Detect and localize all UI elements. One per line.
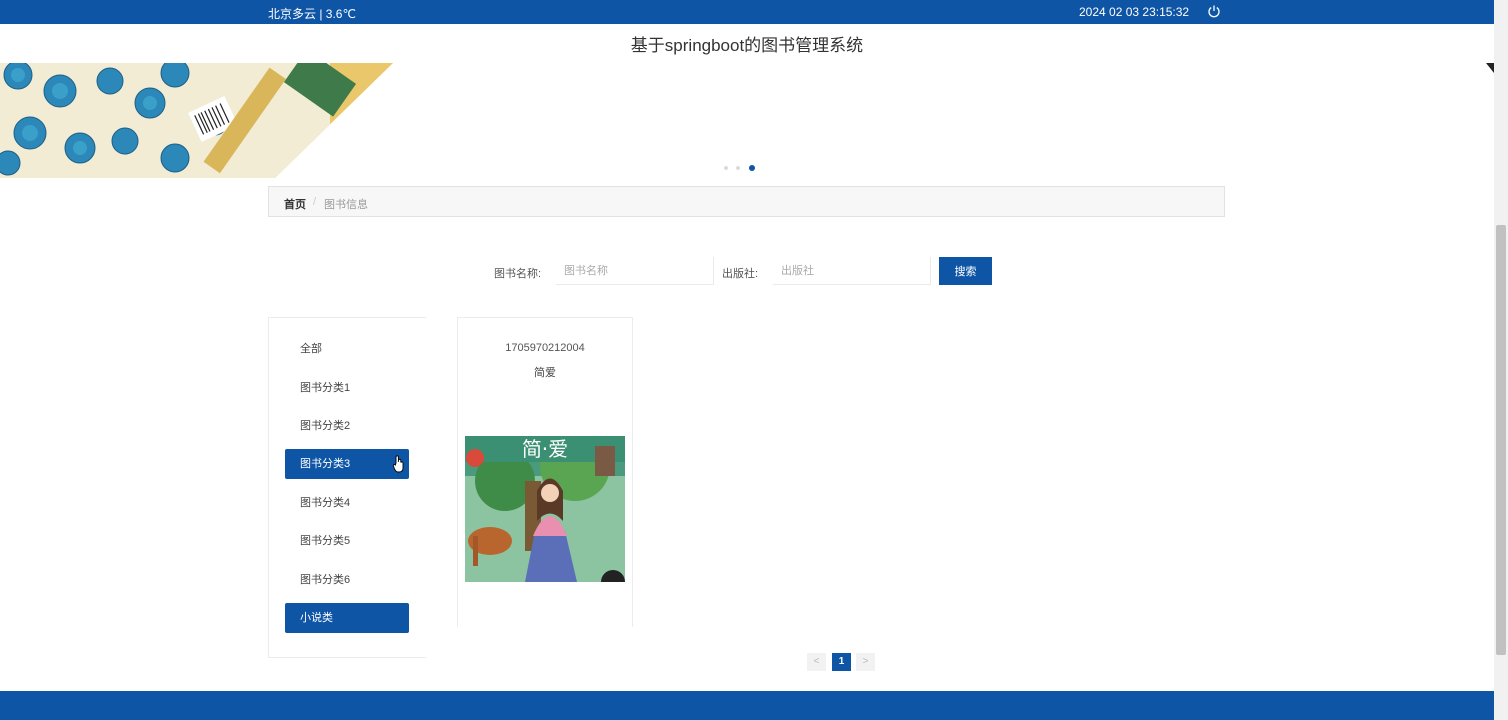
cover-title-text: 简·爱	[522, 437, 568, 461]
book-cover-image[interactable]: 简·爱	[465, 436, 625, 582]
page-scrollbar[interactable]	[1494, 0, 1508, 720]
category-item-4[interactable]: 图书分类4	[285, 488, 409, 518]
pagination-prev-button[interactable]: <	[807, 653, 826, 671]
pagination-next-button[interactable]: >	[856, 653, 875, 671]
hand-cursor-icon	[393, 455, 404, 473]
category-item-novel[interactable]: 小说类	[285, 603, 409, 633]
carousel-banner-image[interactable]	[0, 63, 393, 178]
breadcrumb: 首页 / 图书信息	[268, 186, 1225, 217]
current-datetime: 2024 02 03 23:15:32	[1079, 5, 1190, 19]
category-item-2[interactable]: 图书分类2	[285, 411, 409, 441]
pagination-page-1[interactable]: 1	[832, 653, 851, 671]
breadcrumb-separator: /	[313, 196, 317, 208]
corner-marker-icon	[1486, 63, 1494, 73]
book-id: 1705970212004	[505, 342, 585, 354]
weather-info: 北京多云 | 3.6℃	[268, 7, 356, 21]
book-name-label: 图书名称:	[494, 268, 542, 280]
carousel-dot-active[interactable]	[749, 165, 755, 171]
carousel-dot[interactable]	[736, 166, 740, 170]
footer	[0, 691, 1494, 720]
power-icon[interactable]	[1207, 4, 1221, 18]
category-item-all[interactable]: 全部	[285, 334, 409, 364]
book-name-input[interactable]	[556, 257, 714, 285]
breadcrumb-current: 图书信息	[324, 199, 368, 211]
category-sidebar: 全部 图书分类1 图书分类2 图书分类3 图书分类4 图书分类5 图书分类6 小…	[268, 317, 426, 658]
category-item-3[interactable]: 图书分类3	[285, 449, 409, 479]
book-name[interactable]: 简爱	[458, 364, 632, 380]
category-item-5[interactable]: 图书分类5	[285, 526, 409, 556]
site-title: 基于springboot的图书管理系统	[630, 36, 864, 55]
breadcrumb-home-link[interactable]: 首页	[284, 196, 306, 212]
publisher-label: 出版社:	[722, 268, 759, 280]
search-button[interactable]: 搜索	[939, 257, 992, 285]
book-card[interactable]: 1705970212004 简爱 简·爱	[457, 317, 633, 627]
publisher-input[interactable]	[773, 257, 931, 285]
top-bar: 北京多云 | 3.6℃ 2024 02 03 23:15:32	[0, 0, 1494, 24]
scrollbar-thumb[interactable]	[1496, 225, 1506, 655]
category-item-1[interactable]: 图书分类1	[285, 373, 409, 403]
carousel-dot[interactable]	[724, 166, 728, 170]
category-item-6[interactable]: 图书分类6	[285, 565, 409, 595]
